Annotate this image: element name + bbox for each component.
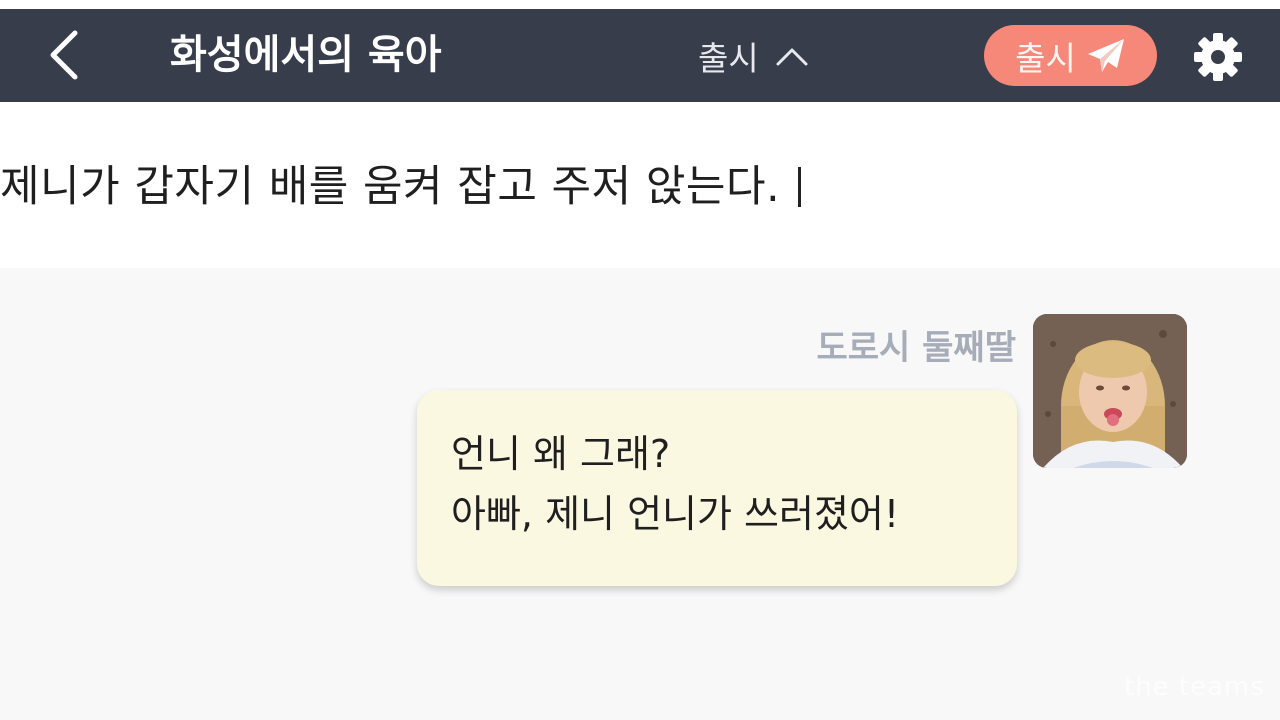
chat-bubble[interactable]: 언니 왜 그래? 아빠, 제니 언니가 쓰러졌어! [417, 390, 1017, 586]
gear-icon [1194, 33, 1242, 81]
paper-plane-icon [1087, 38, 1124, 72]
settings-button[interactable] [1190, 29, 1246, 85]
script-editor[interactable]: 제니가 갑자기 배를 움켜 잡고 주저 앉는다. [0, 102, 1280, 268]
watermark: the teams [1124, 672, 1265, 702]
publish-button[interactable]: 출시 [984, 25, 1157, 86]
top-bar: 화성에서의 육아 출시 출시 [0, 9, 1280, 102]
chat-message-line-2: 아빠, 제니 언니가 쓰러졌어! [451, 492, 900, 536]
publish-button-label: 출시 [1015, 38, 1076, 78]
text-cursor [798, 167, 802, 207]
chevron-left-icon [50, 30, 78, 80]
chat-area: 도로시 둘째딸 언니 왜 그래? 아빠, 제니 언니가 쓰러졌어! the te… [0, 268, 1280, 720]
editor-text-line[interactable]: 제니가 갑자기 배를 움켜 잡고 주저 앉는다. [0, 152, 802, 214]
editor-text: 제니가 갑자기 배를 움켜 잡고 주저 앉는다. [0, 162, 781, 212]
chevron-up-icon [776, 48, 808, 65]
app-screen: 화성에서의 육아 출시 출시 제니가 갑자기 배를 움켜 잡고 주저 앉는다. … [0, 0, 1280, 720]
mode-dropdown[interactable]: 출시 [698, 9, 809, 102]
chat-message-line-1: 언니 왜 그래? [451, 432, 671, 476]
speaker-name[interactable]: 도로시 둘째딸 [816, 320, 1016, 369]
mode-dropdown-label: 출시 [698, 38, 759, 78]
character-avatar[interactable] [1033, 314, 1187, 468]
avatar-portrait-image [1033, 314, 1187, 468]
back-button[interactable] [34, 23, 94, 87]
status-strip [0, 0, 1280, 9]
story-title: 화성에서의 육아 [170, 32, 442, 78]
